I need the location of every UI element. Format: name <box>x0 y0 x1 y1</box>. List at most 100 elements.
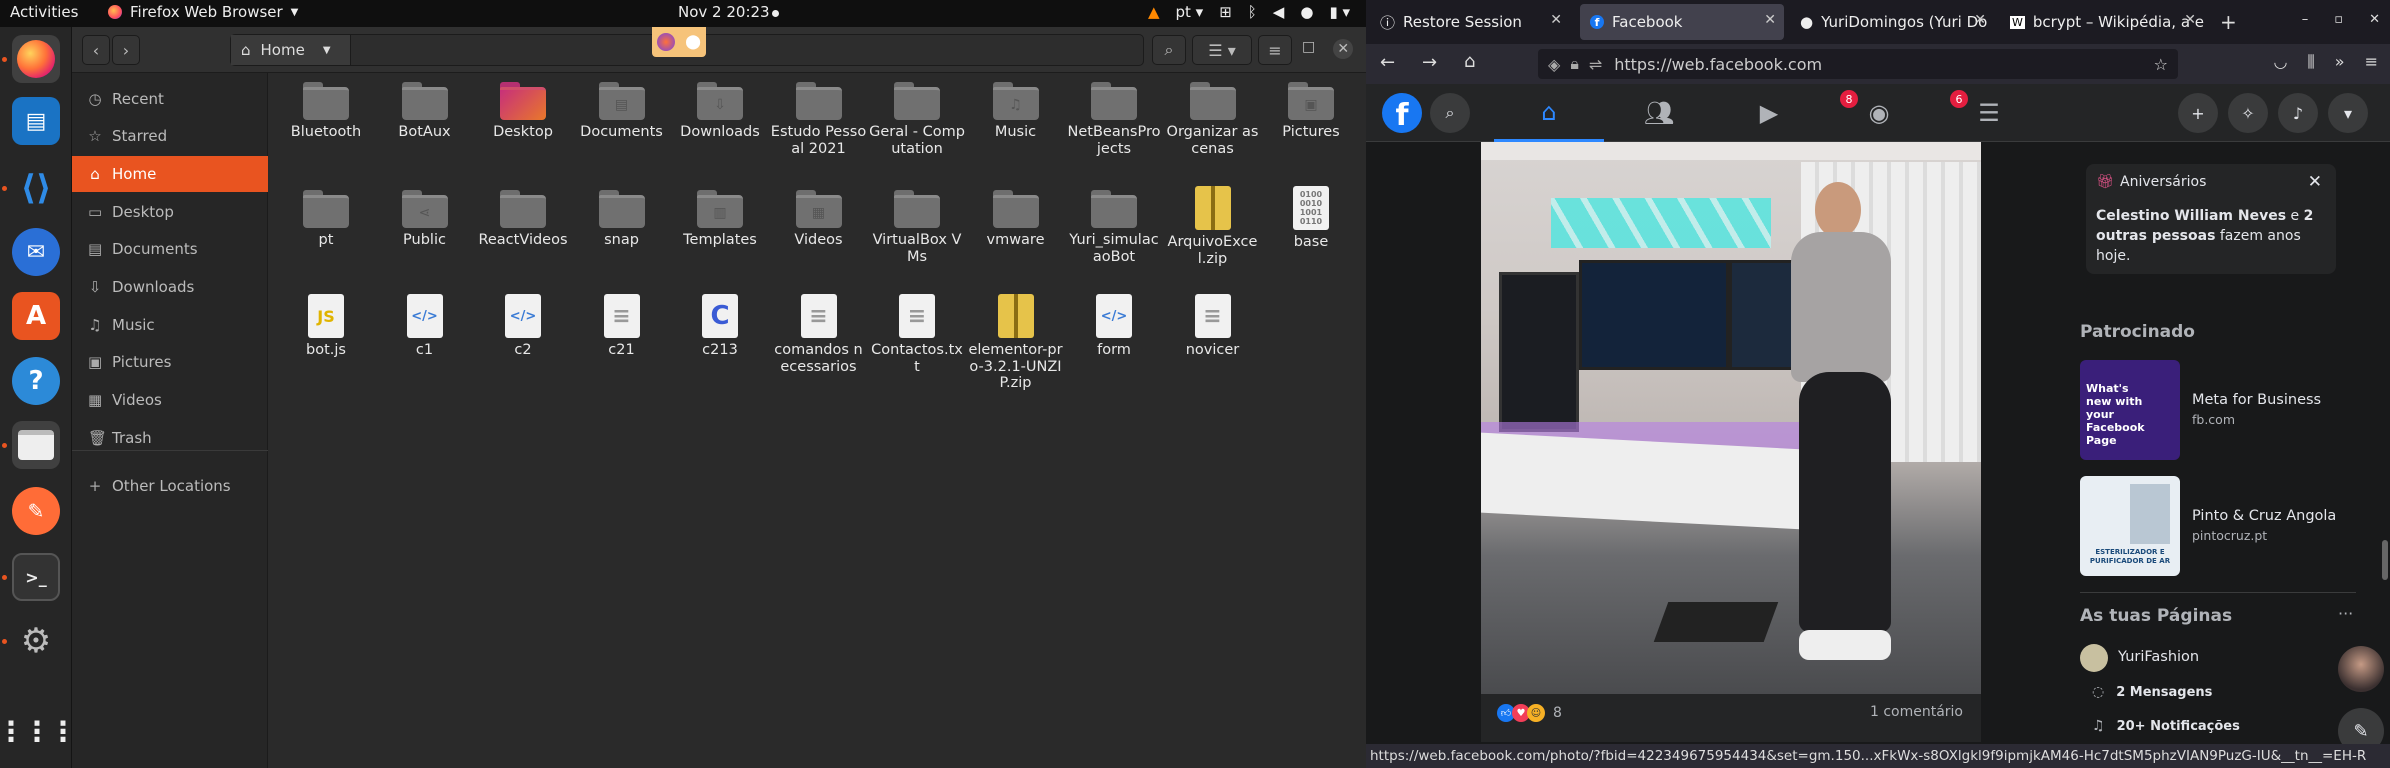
groups-tab-icon[interactable]: ◉ <box>1824 84 1934 142</box>
tab-github[interactable]: ● YuriDomingos (Yuri Do ✕ <box>1790 4 1994 40</box>
minimize-icon[interactable]: – <box>2302 12 2309 27</box>
file-item[interactable]: ArquivoExcel.zip <box>1165 186 1261 267</box>
account-chevron-icon[interactable]: ▾ <box>2328 93 2368 133</box>
close-tab-icon[interactable]: ✕ <box>1550 12 1562 28</box>
language-indicator[interactable]: pt ▾ <box>1175 3 1203 21</box>
postman-icon[interactable]: ✎ <box>12 487 60 535</box>
folder-item[interactable]: vmware <box>968 186 1064 249</box>
folder-item[interactable]: snap <box>574 186 670 249</box>
file-item[interactable]: </> c1 <box>377 294 473 359</box>
friends-tab-icon[interactable]: 👥︎ <box>1604 84 1714 142</box>
facebook-logo[interactable]: f <box>1382 93 1422 133</box>
folder-item[interactable]: ⋖ Public <box>377 186 473 249</box>
thunderbird-icon[interactable]: ✉ <box>12 228 60 276</box>
folder-item[interactable]: Bluetooth <box>278 78 374 141</box>
tab-facebook[interactable]: f Facebook ✕ <box>1580 4 1784 40</box>
close-icon[interactable]: ✕ <box>2369 12 2380 27</box>
activities-button[interactable]: Activities <box>10 3 78 21</box>
file-item[interactable]: ≡ novicer <box>1165 294 1261 359</box>
bookmark-star-icon[interactable]: ☆ <box>2154 55 2168 74</box>
sidebar-item-recent[interactable]: ◷ Recent <box>72 81 268 117</box>
close-tab-icon[interactable]: ✕ <box>1764 12 1776 28</box>
app-menu[interactable]: Firefox Web Browser ▼ <box>108 3 298 21</box>
folder-item[interactable]: VirtualBox VMs <box>869 186 965 265</box>
home-tab-icon[interactable]: ⌂ <box>1494 84 1604 142</box>
terminal-icon[interactable]: >_ <box>12 553 60 601</box>
sidebar-item-other-locations[interactable]: + Other Locations <box>72 468 268 504</box>
show-apps-icon[interactable]: ⋮⋮⋮ <box>0 707 77 755</box>
volume-icon[interactable]: ◀ <box>1273 3 1285 21</box>
system-tray[interactable]: ▲ pt ▾ ⊞ ᛒ ◀ ● ▮ ▾ <box>1148 3 1350 21</box>
permissions-icon[interactable]: ⇌ <box>1589 55 1602 74</box>
lock-icon[interactable]: 🔒︎ <box>1570 54 1579 74</box>
microphone-icon[interactable]: ● <box>1300 3 1313 21</box>
contact-avatar[interactable] <box>2338 646 2384 692</box>
new-tab-icon[interactable]: + <box>2220 10 2237 34</box>
home-icon[interactable]: ⌂ <box>1464 51 1475 72</box>
folder-item[interactable]: Desktop <box>475 78 571 141</box>
more-icon[interactable]: ··· <box>2338 604 2353 623</box>
sidebar-item-documents[interactable]: ▤ Documents <box>72 231 268 267</box>
menu-tab-icon[interactable]: ☰ <box>1934 84 2044 142</box>
battery-icon[interactable]: ▮ ▾ <box>1329 3 1350 21</box>
page-notifications[interactable]: ♫ 20+ Notificações <box>2092 716 2240 736</box>
library-icon[interactable]: ⫼ <box>2307 52 2314 72</box>
messenger-icon[interactable]: ✧ <box>2228 93 2268 133</box>
maximize-icon[interactable]: ▫ <box>2334 12 2343 27</box>
ad-item[interactable]: What's new with your Facebook Page Meta … <box>2080 360 2340 460</box>
reactions[interactable]: 👍︎ ♥ ☺ 8 <box>1497 704 1562 722</box>
folder-item[interactable]: ⇩ Downloads <box>672 78 768 141</box>
folder-item[interactable]: pt <box>278 186 374 249</box>
software-center-icon[interactable]: A <box>12 292 60 340</box>
url-bar[interactable]: ◈ 🔒︎ ⇌ https://web.facebook.com ☆ <box>1538 49 2178 79</box>
folder-item[interactable]: Estudo Pessoal 2021 <box>771 78 867 157</box>
post-photo[interactable] <box>1481 142 1981 694</box>
fb-search-icon[interactable]: ⌕ <box>1430 93 1470 133</box>
sidebar-item-music[interactable]: ♫ Music <box>72 307 268 343</box>
file-item[interactable]: ≡ Contactos.txt <box>869 294 965 375</box>
close-icon[interactable]: ✕ <box>1333 39 1354 59</box>
forward-arrow-icon[interactable]: → <box>1422 52 1437 73</box>
url-text[interactable]: https://web.facebook.com <box>1614 55 1822 74</box>
notifications-bell-icon[interactable]: ♪ <box>2278 93 2318 133</box>
files-icon[interactable] <box>12 421 60 469</box>
maximize-icon[interactable]: □ <box>1302 39 1315 59</box>
clock[interactable]: Nov 2 20:23 <box>678 3 770 21</box>
sidebar-item-home[interactable]: ⌂ Home <box>72 156 268 192</box>
file-item[interactable]: 0100 0010 1001 0110 base <box>1263 186 1359 251</box>
menu-button[interactable]: ≡ <box>1258 35 1292 65</box>
folder-item[interactable]: Yuri_simulacaoBot <box>1066 186 1162 265</box>
writer-icon[interactable]: ▤ <box>12 97 60 145</box>
tab-wikipedia[interactable]: W bcrypt – Wikipédia, a e ✕ <box>2000 4 2204 40</box>
folder-item[interactable]: ▤ Documents <box>574 78 670 141</box>
close-tab-icon[interactable]: ✕ <box>1974 12 1986 28</box>
folder-item[interactable]: BotAux <box>377 78 473 141</box>
vscode-icon[interactable]: ⟨⟩ <box>12 164 60 212</box>
back-button[interactable]: ‹ <box>82 35 110 65</box>
search-button[interactable]: ⌕ <box>1152 35 1186 65</box>
folder-item[interactable]: NetBeansProjects <box>1066 78 1162 157</box>
pocket-icon[interactable]: ◡ <box>2273 52 2287 72</box>
path-home[interactable]: ⌂ Home ▼ <box>231 35 351 65</box>
view-toggle-button[interactable]: ☰ ▾ <box>1192 35 1252 65</box>
file-item[interactable]: </> form <box>1066 294 1162 359</box>
forward-button[interactable]: › <box>112 35 140 65</box>
sidebar-item-videos[interactable]: ▦ Videos <box>72 382 268 418</box>
sidebar-item-downloads[interactable]: ⇩ Downloads <box>72 269 268 305</box>
file-item[interactable]: elementor-pro-3.2.1-UNZIP.zip <box>968 294 1064 392</box>
close-tab-icon[interactable]: ✕ <box>2184 12 2196 28</box>
folder-item[interactable]: Geral - Computation <box>869 78 965 157</box>
folder-item[interactable]: ▥ Templates <box>672 186 768 249</box>
ad-item[interactable]: ESTERILIZADOR E PURIFICADOR DE AR Pinto … <box>2080 476 2340 576</box>
sidebar-item-starred[interactable]: ☆ Starred <box>72 118 268 154</box>
close-icon[interactable]: ✕ <box>2308 172 2322 192</box>
file-item[interactable]: </> c2 <box>475 294 571 359</box>
shield-icon[interactable]: ◈ <box>1548 55 1560 74</box>
folder-item[interactable]: ▦ Videos <box>771 186 867 249</box>
back-arrow-icon[interactable]: ← <box>1380 52 1395 73</box>
page-item[interactable]: YuriFashion <box>2080 644 2280 674</box>
folder-item[interactable]: ▣ Pictures <box>1263 78 1359 141</box>
file-item[interactable]: JS bot.js <box>278 294 374 359</box>
overflow-icon[interactable]: » <box>2335 52 2345 72</box>
folder-item[interactable]: Organizar as cenas <box>1165 78 1261 157</box>
